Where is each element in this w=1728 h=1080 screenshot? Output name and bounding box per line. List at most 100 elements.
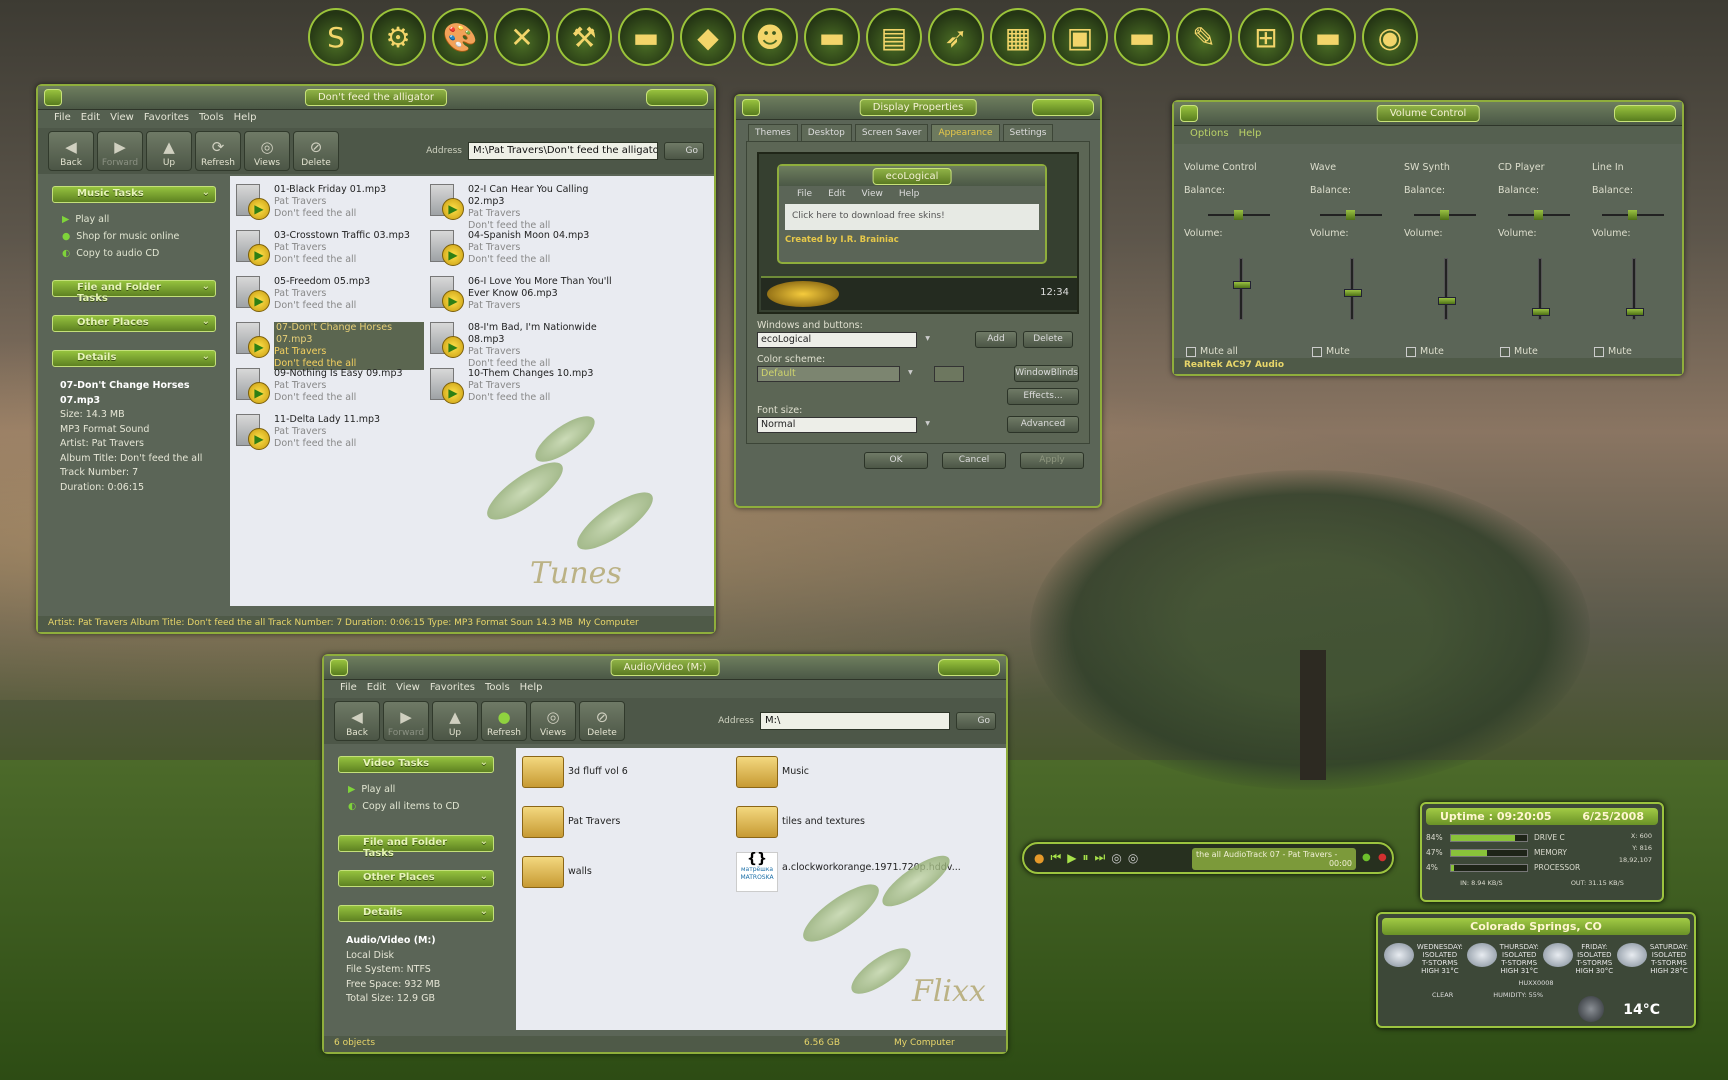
task-play-all[interactable]: ▶ Play all	[52, 211, 216, 228]
tools-icon[interactable]: ⚙	[370, 8, 426, 66]
views-button[interactable]: ◎ Views	[244, 131, 290, 171]
back-button[interactable]: ◀ Back	[334, 701, 380, 741]
volume-slider[interactable]	[1532, 258, 1550, 320]
mp3-file-item[interactable]: ▶ 06-I Love You More Than You'll Ever Kno…	[430, 276, 618, 316]
color-picker-button[interactable]	[933, 365, 965, 382]
forward-button[interactable]: ▶ Forward	[97, 131, 143, 171]
balance-slider[interactable]	[1414, 210, 1476, 220]
menu-help[interactable]: Help	[520, 682, 543, 696]
menu-favorites[interactable]: Favorites	[430, 682, 475, 696]
refresh-button[interactable]: ● Refresh	[481, 701, 527, 741]
menu-view[interactable]: View	[110, 112, 134, 126]
refresh-button[interactable]: ⟳ Refresh	[195, 131, 241, 171]
delete-button[interactable]: ⊘ Delete	[293, 131, 339, 171]
volume-slider-knob[interactable]	[1233, 280, 1251, 289]
go-button[interactable]: Go	[664, 142, 704, 160]
delete-button[interactable]: ⊘ Delete	[579, 701, 625, 741]
close-icon[interactable]: ●	[1378, 852, 1387, 863]
tab-desktop[interactable]: Desktop	[800, 124, 852, 141]
volume-slider-knob[interactable]	[1438, 296, 1456, 305]
mp3-file-item[interactable]: ▶ 04-Spanish Moon 04.mp3 Pat Travers Don't …	[430, 230, 618, 270]
cancel-button[interactable]: Cancel	[942, 452, 1006, 469]
menu-edit[interactable]: Edit	[81, 112, 100, 126]
address-input[interactable]: M:\	[760, 712, 950, 730]
green-light-icon[interactable]: ●	[1362, 852, 1371, 863]
menu-favorites[interactable]: Favorites	[144, 112, 189, 126]
window-controls[interactable]	[646, 89, 708, 106]
volume-slider[interactable]	[1233, 258, 1251, 320]
mute-checkbox[interactable]: Mute	[1594, 346, 1632, 357]
advanced-button[interactable]: Advanced	[1007, 416, 1079, 433]
mp3-file-item[interactable]: ▶ 03-Crosstown Traffic 03.mp3 Pat Travers D…	[236, 230, 424, 270]
forward-button[interactable]: ▶ Forward	[383, 701, 429, 741]
font-size-select[interactable]: Normal	[757, 416, 930, 433]
drive-icon[interactable]: ▤	[866, 8, 922, 66]
folder-item[interactable]: Music	[736, 756, 809, 788]
xp-cursor-icon[interactable]: ➶	[928, 8, 984, 66]
menu-file[interactable]: File	[340, 682, 357, 696]
tab-themes[interactable]: Themes	[748, 124, 798, 141]
add-button[interactable]: Add	[975, 331, 1017, 348]
menu-view[interactable]: View	[396, 682, 420, 696]
close-x-icon[interactable]: ✕	[494, 8, 550, 66]
views-button[interactable]: ◎ Views	[530, 701, 576, 741]
folder-item[interactable]: 3d fluff vol 6	[522, 756, 628, 788]
other-places-header[interactable]: Other Places	[52, 315, 216, 332]
window-controls[interactable]	[1614, 105, 1676, 122]
tab-appearance[interactable]: Appearance	[931, 124, 1000, 141]
shapes-icon[interactable]: ◆	[680, 8, 736, 66]
ok-button[interactable]: OK	[864, 452, 928, 469]
mp3-file-item[interactable]: ▶ 02-I Can Hear You Calling 02.mp3 Pat Tra…	[430, 184, 618, 232]
volume-slider[interactable]	[1626, 258, 1644, 320]
clapper-icon[interactable]: ▦	[990, 8, 1046, 66]
folder-item[interactable]: Pat Travers	[522, 806, 620, 838]
rewind-icon[interactable]: ⏮	[1050, 850, 1061, 865]
balance-slider[interactable]	[1320, 210, 1382, 220]
apply-button[interactable]: Apply	[1020, 452, 1084, 469]
user-icon[interactable]: ☻	[742, 8, 798, 66]
file-tasks-header[interactable]: File and Folder Tasks	[52, 280, 216, 304]
shuffle-icon[interactable]: ◎	[1111, 851, 1121, 865]
up-button[interactable]: ▲ Up	[432, 701, 478, 741]
effects-button[interactable]: Effects...	[1007, 388, 1079, 405]
video-tasks-header[interactable]: Video Tasks	[338, 756, 494, 773]
balance-slider[interactable]	[1508, 210, 1570, 220]
file-tasks-header[interactable]: File and Folder Tasks	[338, 835, 494, 859]
palette-icon[interactable]: 🎨	[432, 8, 488, 66]
volume-slider[interactable]	[1344, 258, 1362, 320]
volume-slider-knob[interactable]	[1344, 288, 1362, 297]
windows-buttons-select[interactable]: ecoLogical	[757, 331, 930, 348]
menu-tools[interactable]: Tools	[199, 112, 224, 126]
repeat-icon[interactable]: ◎	[1128, 851, 1138, 865]
music-tasks-header[interactable]: Music Tasks	[52, 186, 216, 203]
mp3-file-item[interactable]: ▶ 09-Nothing Is Easy 09.mp3 Pat Travers Don…	[236, 368, 424, 408]
mp3-file-item[interactable]: ▶ 07-Don't Change Horses 07.mp3 Pat Traver…	[236, 322, 424, 370]
tab-screen-saver[interactable]: Screen Saver	[854, 124, 929, 141]
color-scheme-select[interactable]: Default	[757, 365, 913, 382]
folder-icon[interactable]: ▬	[618, 8, 674, 66]
mp3-file-item[interactable]: ▶ 08-I'm Bad, I'm Nationwide 08.mp3 Pat Tr…	[430, 322, 618, 370]
up-button[interactable]: ▲ Up	[146, 131, 192, 171]
balance-slider[interactable]	[1208, 210, 1270, 220]
system-menu-button[interactable]	[1180, 105, 1198, 122]
mute-checkbox[interactable]: Mute	[1500, 346, 1538, 357]
system-menu-button[interactable]	[330, 659, 348, 676]
pencil-icon[interactable]: ✎	[1176, 8, 1232, 66]
menu-help[interactable]: Help	[234, 112, 257, 126]
task-play-all[interactable]: ▶ Play all	[338, 781, 494, 798]
balance-slider[interactable]	[1602, 210, 1664, 220]
windowblinds-button[interactable]: WindowBlinds	[1014, 365, 1079, 382]
folder-icon[interactable]: ▬	[1300, 8, 1356, 66]
my-computer-label[interactable]: My Computer	[894, 1038, 955, 1048]
mp3-file-item[interactable]: ▶ 01-Black Friday 01.mp3 Pat Travers Don't …	[236, 184, 424, 224]
menu-edit[interactable]: Edit	[367, 682, 386, 696]
window-controls[interactable]	[1032, 99, 1094, 116]
mp3-file-item[interactable]: ▶ 11-Delta Lady 11.mp3 Pat Travers Don't fe…	[236, 414, 424, 454]
my-computer-label[interactable]: My Computer	[578, 618, 639, 628]
hammer-icon[interactable]: ⚒	[556, 8, 612, 66]
windows-icon[interactable]: ⊞	[1238, 8, 1294, 66]
details-header[interactable]: Details	[338, 905, 494, 922]
globe-icon[interactable]: ◉	[1362, 8, 1418, 66]
folder-item[interactable]: walls	[522, 856, 592, 888]
play-icon[interactable]: ▶	[1067, 851, 1076, 865]
